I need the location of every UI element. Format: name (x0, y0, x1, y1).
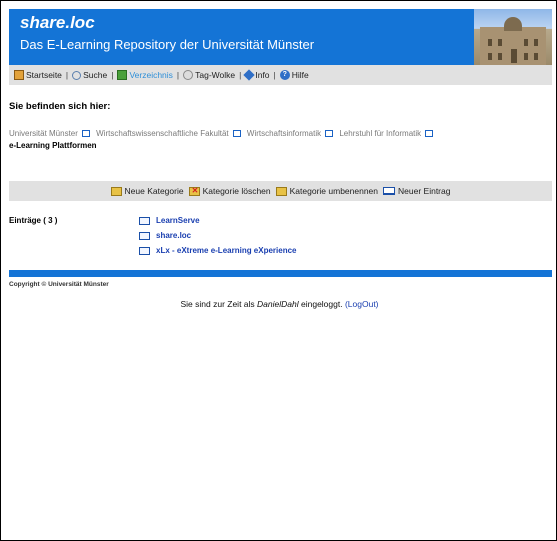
main-nav: Startseite | Suche | Verzeichnis | Tag-W… (9, 65, 552, 85)
directory-icon (117, 70, 128, 80)
delete-folder-icon (188, 186, 200, 196)
breadcrumb-current: e-Learning Plattformen (9, 141, 97, 150)
list-item: LearnServe (139, 213, 297, 228)
logout-link[interactable]: (LogOut) (345, 299, 379, 309)
nav-hilfe[interactable]: ? Hilfe (279, 70, 309, 80)
new-folder-icon (110, 186, 122, 196)
new-entry-icon (383, 187, 396, 195)
breadcrumb-separator-icon (425, 129, 434, 137)
nav-startseite[interactable]: Startseite (14, 70, 62, 80)
help-icon: ? (279, 70, 290, 80)
breadcrumb-separator-icon (232, 129, 241, 137)
entries-list: LearnServe share.loc xLx - eXtreme e-Lea… (139, 213, 297, 258)
page-frame: share.loc Das E-Learning Repository der … (0, 0, 557, 541)
copyright-text: Copyright © Universität Münster (9, 281, 109, 288)
breadcrumb-item[interactable]: Universität Münster (9, 129, 78, 138)
breadcrumb-separator-icon (81, 129, 90, 137)
entry-link[interactable]: share.loc (156, 231, 191, 240)
entry-icon (139, 246, 150, 255)
new-entry-button[interactable]: Neuer Eintrag (383, 186, 450, 196)
list-item: xLx - eXtreme e-Learning eXperience (139, 243, 297, 258)
tag-cloud-icon (183, 70, 194, 80)
breadcrumb-item[interactable]: Lehrstuhl für Informatik (339, 129, 421, 138)
home-icon (14, 70, 24, 80)
delete-category-button[interactable]: Kategorie löschen (188, 186, 271, 196)
location-heading: Sie befinden sich hier: (9, 101, 111, 112)
breadcrumb-item[interactable]: Wirtschaftsinformatik (247, 129, 321, 138)
list-item: share.loc (139, 228, 297, 243)
search-icon (72, 70, 82, 80)
rename-category-button[interactable]: Kategorie umbenennen (275, 186, 378, 196)
rename-folder-icon (275, 186, 287, 196)
login-status: Sie sind zur Zeit als DanielDahl eingelo… (180, 299, 379, 309)
entry-link[interactable]: xLx - eXtreme e-Learning eXperience (156, 246, 297, 255)
entry-icon (139, 216, 150, 225)
breadcrumb-separator-icon (325, 129, 334, 137)
entry-link[interactable]: LearnServe (156, 216, 200, 225)
breadcrumb: Universität Münster Wirtschaftswissensch… (9, 128, 549, 152)
username: DanielDahl (257, 299, 299, 309)
entry-icon (139, 231, 150, 240)
university-building-image (474, 9, 552, 65)
breadcrumb-item[interactable]: Wirtschaftswissenschaftliche Fakultät (96, 129, 229, 138)
site-subtitle: Das E-Learning Repository der Universitä… (20, 37, 315, 52)
nav-tag-wolke[interactable]: Tag-Wolke (183, 70, 235, 80)
info-icon (243, 69, 256, 81)
new-category-button[interactable]: Neue Kategorie (110, 186, 184, 196)
site-title[interactable]: share.loc (20, 13, 95, 33)
footer-divider (9, 270, 552, 277)
nav-suche[interactable]: Suche (72, 70, 107, 80)
nav-verzeichnis[interactable]: Verzeichnis (117, 70, 173, 80)
nav-info[interactable]: Info (243, 69, 270, 81)
header-banner: share.loc Das E-Learning Repository der … (9, 9, 552, 65)
category-toolbar: Neue Kategorie Kategorie löschen Kategor… (9, 181, 552, 201)
entries-count-label: Einträge ( 3 ) (9, 216, 58, 225)
